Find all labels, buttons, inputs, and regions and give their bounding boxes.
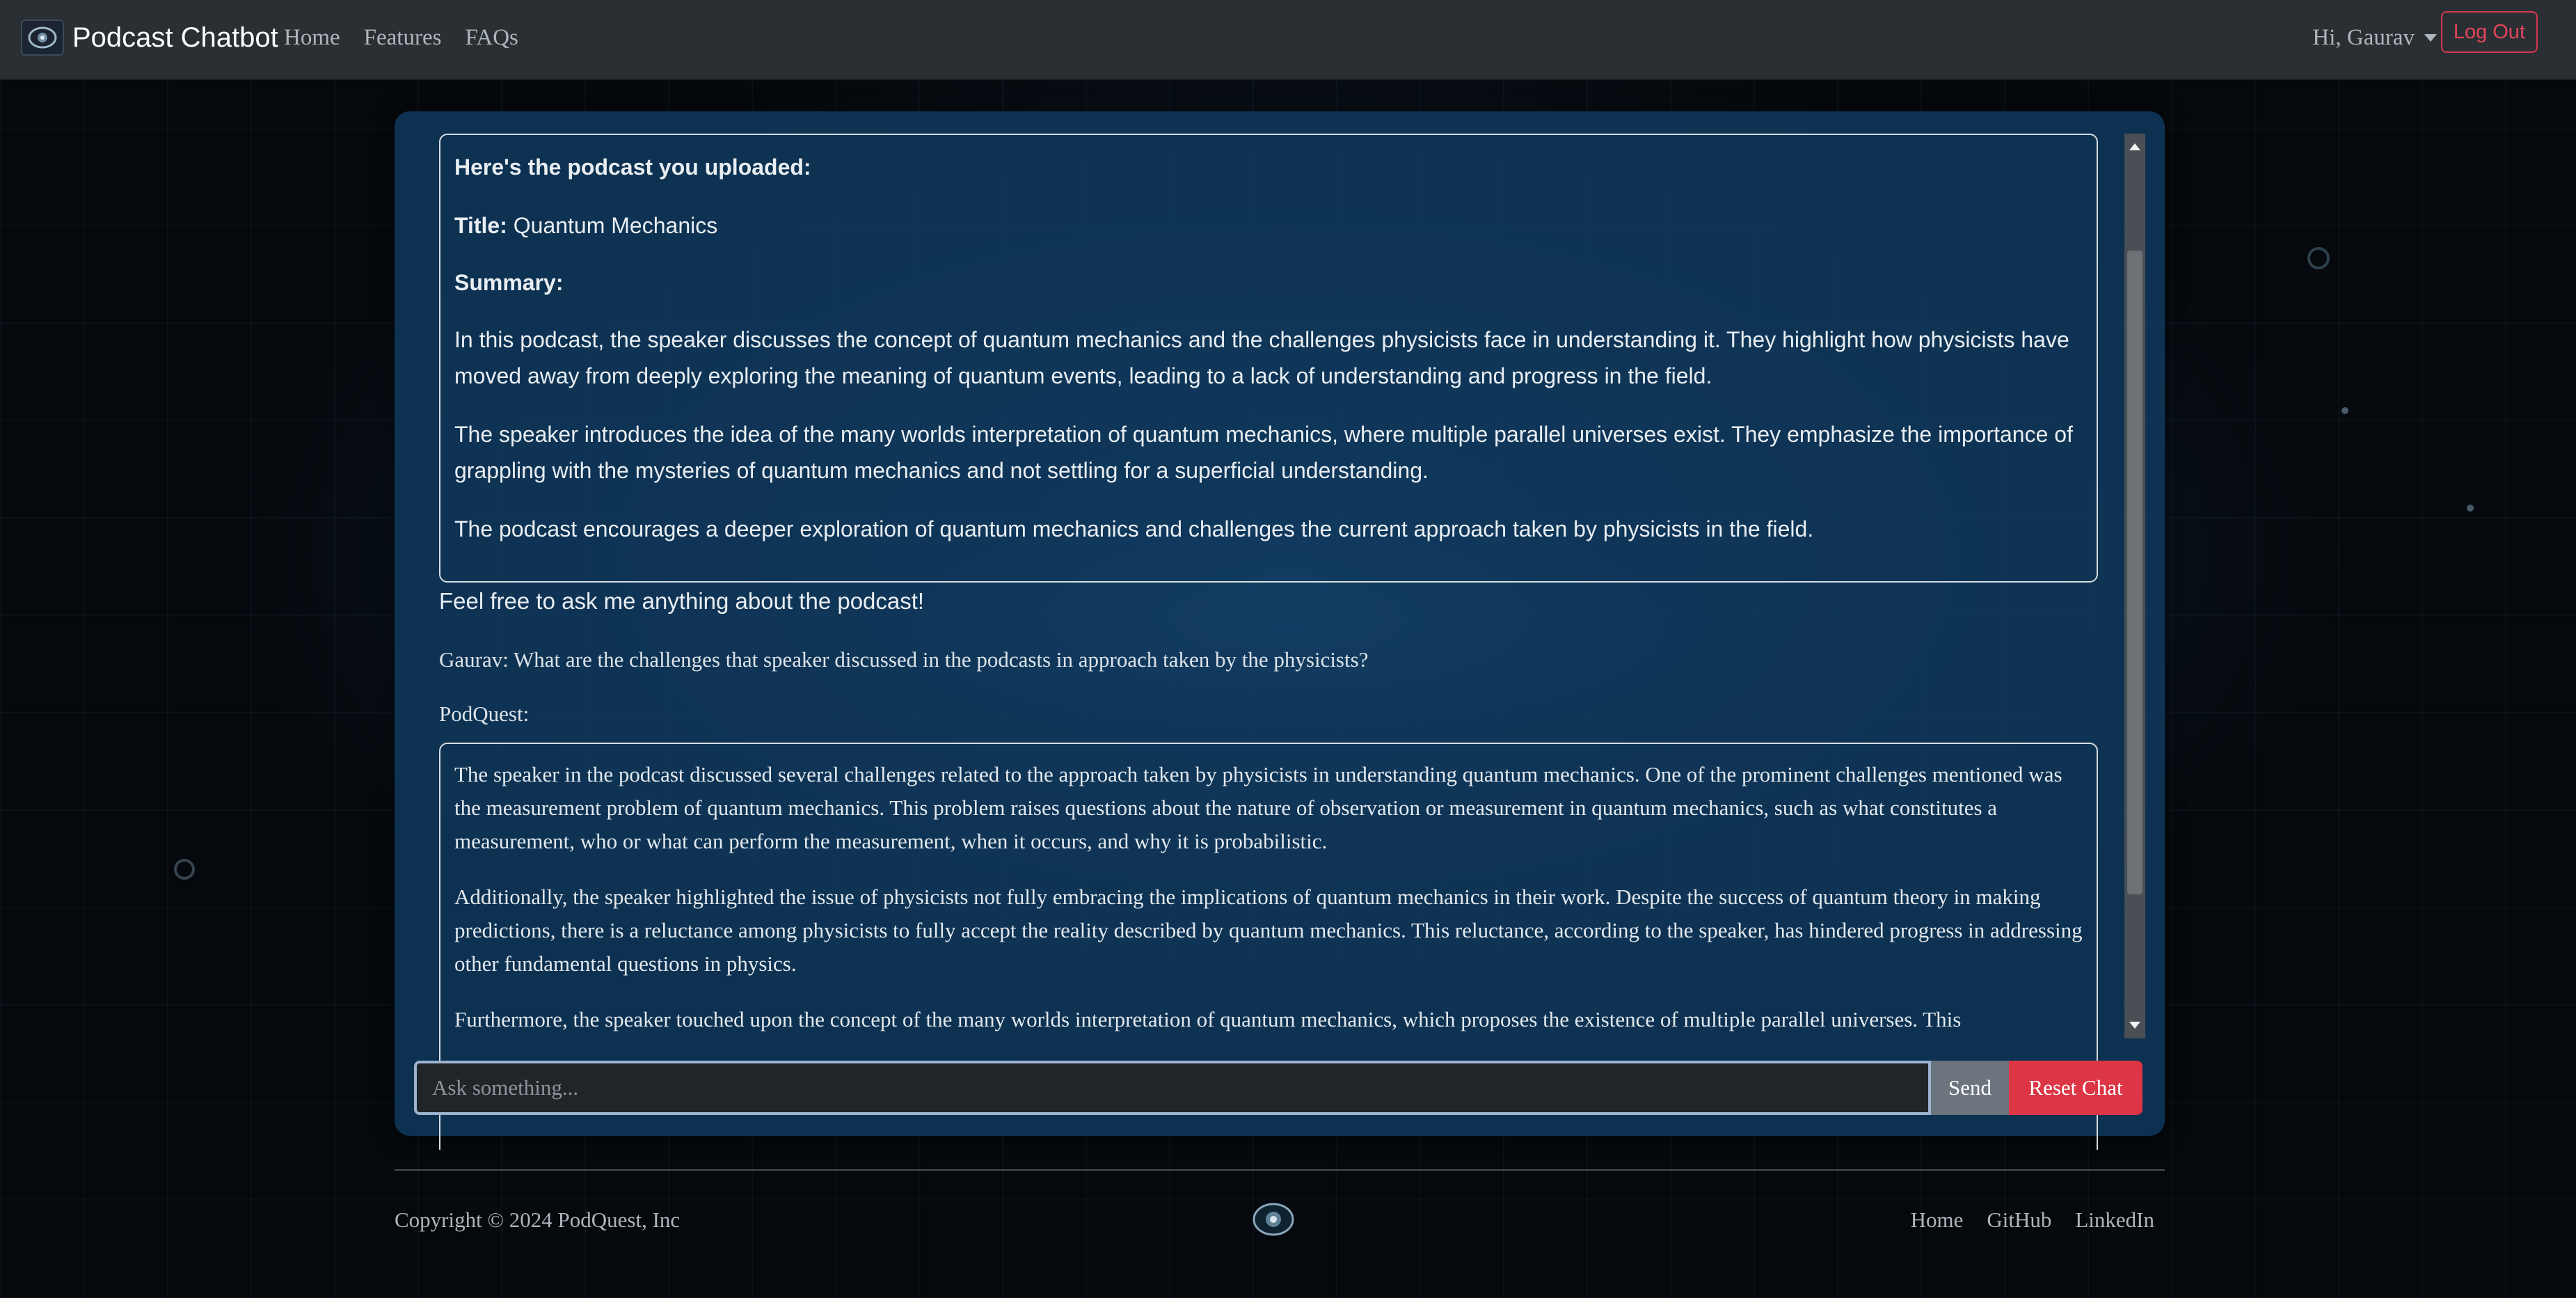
upload-heading: Here's the podcast you uploaded: (454, 155, 811, 180)
invite-message: Feel free to ask me anything about the p… (439, 588, 925, 614)
nav-home-link[interactable]: Home (284, 25, 340, 51)
chat-card: Here's the podcast you uploaded: Title: … (395, 111, 2165, 1150)
scroll-up-arrow-icon[interactable] (2124, 138, 2145, 156)
title-label: Title: (454, 213, 507, 238)
logout-button[interactable]: Log Out (2440, 11, 2538, 53)
footer-divider (395, 1169, 2165, 1171)
footer-home-link[interactable]: Home (1911, 1208, 1964, 1233)
chat-input-row: Send Reset Chat (414, 1061, 2142, 1115)
podcast-title: Quantum Mechanics (513, 213, 718, 238)
bot-paragraph: Additionally, the speaker highlighted th… (454, 885, 2083, 976)
user-greeting: Hi, Gaurav (2312, 25, 2415, 50)
chat-messages[interactable]: Here's the podcast you uploaded: Title: … (439, 134, 2130, 1150)
summary-label: Summary: (454, 270, 564, 295)
user-menu-dropdown[interactable]: Hi, Gaurav (2312, 25, 2437, 51)
podcast-title-line: Title: Quantum Mechanics (454, 207, 717, 244)
nav-links: Home Features FAQs (284, 25, 518, 51)
chat-scrollbar[interactable] (2124, 134, 2145, 1038)
podquest-logo-icon (21, 19, 64, 56)
scrollbar-thumb[interactable] (2127, 251, 2142, 894)
user-message: Gaurav: What are the challenges that spe… (439, 647, 1369, 672)
chat-scroll-area: Here's the podcast you uploaded: Title: … (439, 134, 2116, 1150)
ask-input[interactable] (414, 1061, 1931, 1115)
scroll-down-arrow-icon[interactable] (2124, 1016, 2145, 1034)
summary-paragraph: In this podcast, the speaker discusses t… (454, 327, 2069, 388)
brand-title: Podcast Chatbot (72, 22, 278, 53)
bot-paragraph: Furthermore, the speaker touched upon th… (454, 1007, 1962, 1031)
dropdown-caret-icon (2424, 34, 2437, 42)
decorative-dot (2467, 505, 2474, 512)
brand[interactable]: Podcast Chatbot (21, 19, 278, 56)
footer-linkedin-link[interactable]: LinkedIn (2075, 1208, 2154, 1233)
send-button[interactable]: Send (1931, 1061, 2009, 1115)
summary-paragraph: The speaker introduces the idea of the m… (454, 422, 2073, 483)
uploaded-podcast-box: Here's the podcast you uploaded: Title: … (439, 134, 2098, 583)
nav-faqs-link[interactable]: FAQs (465, 25, 518, 51)
summary-paragraph: The podcast encourages a deeper explorat… (454, 516, 1814, 541)
navbar: Podcast Chatbot Home Features FAQs Hi, G… (0, 0, 2576, 80)
reset-chat-button[interactable]: Reset Chat (2009, 1061, 2142, 1115)
decorative-circle (174, 859, 195, 880)
decorative-dot (2342, 407, 2348, 414)
bot-label: PodQuest: (439, 702, 530, 726)
decorative-circle (2307, 247, 2330, 269)
footer-links: Home GitHub LinkedIn (1911, 1208, 2154, 1233)
nav-features-link[interactable]: Features (364, 25, 442, 51)
footer-github-link[interactable]: GitHub (1987, 1208, 2051, 1233)
copyright-text: Copyright © 2024 PodQuest, Inc (395, 1208, 681, 1232)
podquest-logo-icon[interactable] (1251, 1201, 1296, 1238)
bot-paragraph: The speaker in the podcast discussed sev… (454, 762, 2062, 853)
